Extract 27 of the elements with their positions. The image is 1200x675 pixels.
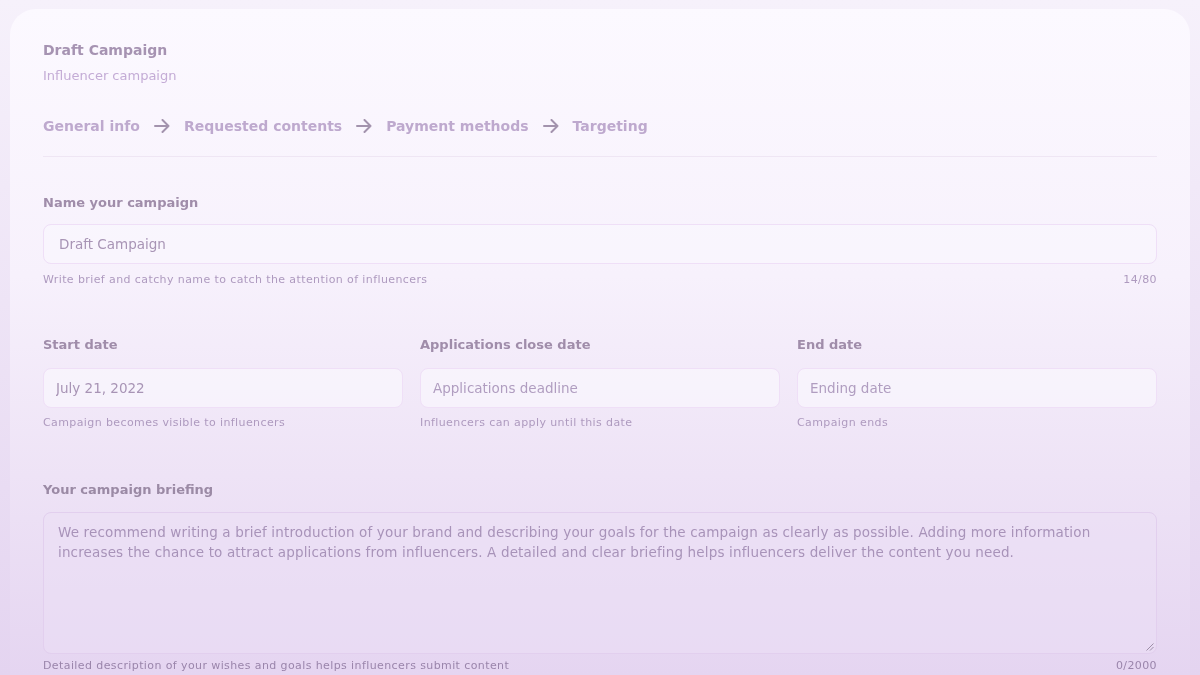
stepper-step[interactable]: Payment methods bbox=[386, 116, 529, 136]
helper-text: Campaign ends bbox=[797, 415, 890, 431]
date-input[interactable]: Ending date bbox=[797, 368, 1157, 408]
character-counter: 14/80 bbox=[1123, 272, 1157, 288]
stepper-step[interactable]: Requested contents bbox=[183, 116, 343, 136]
date-input[interactable]: Applications deadline bbox=[420, 368, 780, 408]
arrow-right-icon bbox=[153, 119, 170, 133]
briefing-textarea[interactable]: We recommend writing a brief introduction of your brand and describing your goals for the campaign as clearly as possible. Adding more information increases the chance to attract applications from influencers. A detailed and clear briefing helps influencers deliver the content you need. bbox=[43, 512, 1157, 654]
arrow-right-icon bbox=[542, 119, 559, 133]
helper-text: Write brief and catchy name to catch the attention of influencers bbox=[43, 272, 428, 288]
arrow-right-icon bbox=[356, 119, 373, 133]
field-label: Start date bbox=[43, 336, 119, 354]
campaign-title: Draft Campaign bbox=[43, 41, 169, 60]
field-label: Name your campaign bbox=[43, 194, 200, 212]
stepper-step[interactable]: General info bbox=[43, 116, 140, 136]
date-input[interactable]: July 21, 2022 bbox=[43, 368, 403, 408]
stepper-step[interactable]: Targeting bbox=[572, 116, 648, 136]
field-label: Applications close date bbox=[420, 336, 592, 354]
resize-handle-icon[interactable] bbox=[1146, 643, 1154, 651]
field-label: End date bbox=[797, 336, 864, 354]
campaign-name-input[interactable]: Draft Campaign bbox=[43, 224, 1157, 264]
helper-text: Detailed description of your wishes and goals helps influencers submit content bbox=[43, 658, 510, 674]
character-counter: 0/2000 bbox=[1115, 658, 1157, 674]
helper-text: Campaign becomes visible to influencers bbox=[43, 415, 287, 431]
helper-text: Influencers can apply until this date bbox=[420, 415, 634, 431]
field-label: Your campaign briefing bbox=[43, 481, 215, 499]
campaign-subtitle: Influencer campaign bbox=[43, 67, 178, 85]
